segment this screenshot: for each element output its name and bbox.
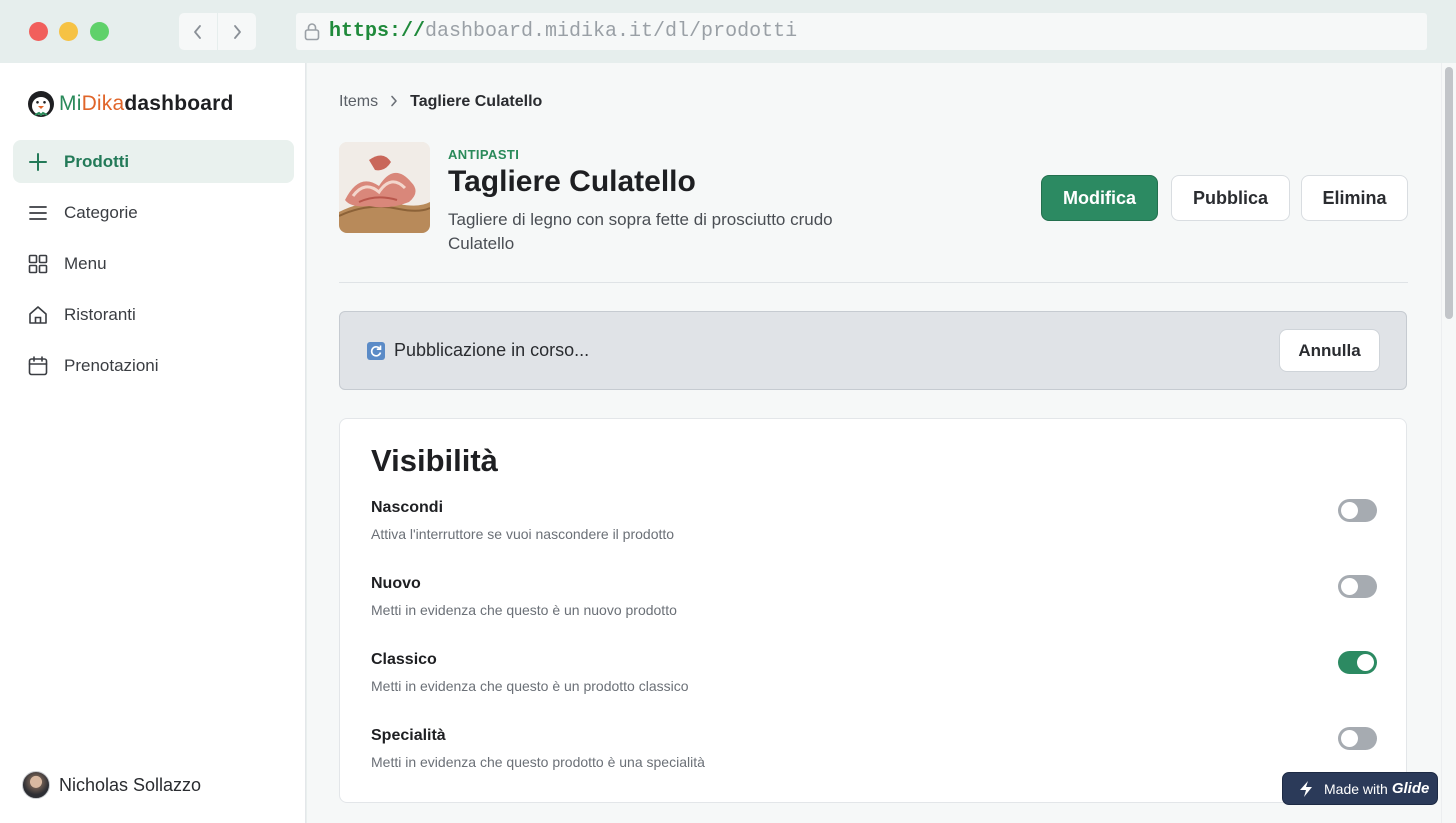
visibility-row-nascondi: Nascondi Attiva l'interruttore se vuoi n…	[371, 499, 1377, 559]
refresh-icon	[367, 342, 385, 360]
row-label: Specialità	[371, 727, 446, 744]
delete-button[interactable]: Elimina	[1301, 175, 1408, 221]
sidebar-item-ristoranti[interactable]: Ristoranti	[13, 293, 294, 336]
made-with-glide-badge[interactable]: Made with Glide	[1282, 772, 1438, 805]
divider	[339, 282, 1408, 283]
brand-mi: Mi	[59, 92, 82, 115]
user-profile[interactable]: Nicholas Sollazzo	[22, 771, 201, 799]
calendar-icon	[27, 355, 49, 377]
lock-icon	[304, 23, 320, 41]
chevron-right-icon	[234, 24, 241, 39]
main-content: Items Tagliere Culatello ANTIPASTI Tagli…	[307, 63, 1441, 823]
toggle-knob	[1341, 578, 1358, 595]
row-hint: Metti in evidenza che questo è un nuovo …	[371, 602, 677, 618]
brand-logo[interactable]: MiDikadashboard	[26, 89, 234, 119]
back-button[interactable]	[179, 13, 217, 50]
product-category: ANTIPASTI	[448, 147, 520, 162]
visibility-card: Visibilità Nascondi Attiva l'interruttor…	[339, 418, 1407, 803]
avatar	[22, 771, 50, 799]
url-scheme: https://	[329, 20, 426, 43]
penguin-logo-icon	[28, 91, 54, 117]
address-bar[interactable]: https://dashboard.midika.it/dl/prodotti	[296, 13, 1427, 50]
specialita-toggle[interactable]	[1338, 727, 1377, 750]
browser-toolbar: https://dashboard.midika.it/dl/prodotti	[0, 0, 1456, 63]
row-hint: Metti in evidenza che questo prodotto è …	[371, 754, 705, 770]
classico-toggle[interactable]	[1338, 651, 1377, 674]
breadcrumb-parent-link[interactable]: Items	[339, 93, 378, 111]
nuovo-toggle[interactable]	[1338, 575, 1377, 598]
plus-icon	[27, 151, 49, 173]
scrollbar[interactable]	[1441, 63, 1456, 823]
nascondi-toggle[interactable]	[1338, 499, 1377, 522]
chevron-right-icon	[390, 94, 398, 110]
home-icon	[27, 304, 49, 326]
chevron-left-icon	[194, 24, 201, 39]
publish-button[interactable]: Pubblica	[1171, 175, 1290, 221]
row-label: Nuovo	[371, 575, 421, 592]
breadcrumb-current: Tagliere Culatello	[410, 93, 543, 110]
sidebar-nav: Prodotti Categorie Menu Ristoranti Preno…	[13, 140, 294, 395]
sidebar-item-label: Ristoranti	[64, 304, 136, 324]
grid-icon	[27, 253, 49, 275]
sidebar-item-menu[interactable]: Menu	[13, 242, 294, 285]
toggle-knob	[1341, 502, 1358, 519]
menu-lines-icon	[27, 202, 49, 224]
row-hint: Metti in evidenza che questo è un prodot…	[371, 678, 689, 694]
close-window-button[interactable]	[29, 22, 48, 41]
brand-dashboard: dashboard	[124, 92, 234, 115]
sidebar-item-label: Prodotti	[64, 151, 130, 171]
badge-brand: Glide	[1391, 780, 1430, 797]
sidebar-item-label: Categorie	[64, 202, 138, 222]
minimize-window-button[interactable]	[59, 22, 78, 41]
product-image	[339, 142, 430, 233]
sidebar-item-label: Menu	[64, 253, 107, 273]
section-title: Visibilità	[371, 443, 498, 478]
visibility-row-classico: Classico Metti in evidenza che questo è …	[371, 651, 1377, 711]
row-hint: Attiva l'interruttore se vuoi nascondere…	[371, 526, 675, 542]
sidebar: MiDikadashboard Prodotti Categorie Menu …	[0, 63, 306, 823]
brand-dika: Dika	[81, 92, 125, 115]
toggle-knob	[1341, 730, 1358, 747]
edit-button[interactable]: Modifica	[1041, 175, 1158, 221]
breadcrumb: Items Tagliere Culatello	[339, 93, 542, 111]
product-description: Tagliere di legno con sopra fette di pro…	[448, 210, 833, 253]
row-label: Classico	[371, 651, 437, 668]
maximize-window-button[interactable]	[90, 22, 109, 41]
sidebar-item-prenotazioni[interactable]: Prenotazioni	[13, 344, 294, 387]
lightning-icon	[1300, 780, 1312, 797]
publishing-banner: Pubblicazione in corso... Annulla	[339, 311, 1407, 390]
banner-message: Pubblicazione in corso...	[394, 340, 590, 360]
product-title: Tagliere Culatello	[448, 165, 696, 198]
forward-button[interactable]	[218, 13, 256, 50]
sidebar-item-categorie[interactable]: Categorie	[13, 191, 294, 234]
sidebar-item-prodotti[interactable]: Prodotti	[13, 140, 294, 183]
user-name: Nicholas Sollazzo	[59, 774, 202, 795]
badge-prefix: Made with	[1324, 780, 1388, 797]
cancel-button[interactable]: Annulla	[1279, 329, 1380, 372]
sidebar-item-label: Prenotazioni	[64, 355, 159, 375]
scrollbar-thumb[interactable]	[1445, 67, 1453, 319]
toggle-knob	[1357, 654, 1374, 671]
visibility-row-specialita: Specialità Metti in evidenza che questo …	[371, 727, 1377, 787]
visibility-row-nuovo: Nuovo Metti in evidenza che questo è un …	[371, 575, 1377, 635]
row-label: Nascondi	[371, 499, 444, 516]
url-path: dashboard.midika.it/dl/prodotti	[425, 20, 798, 43]
